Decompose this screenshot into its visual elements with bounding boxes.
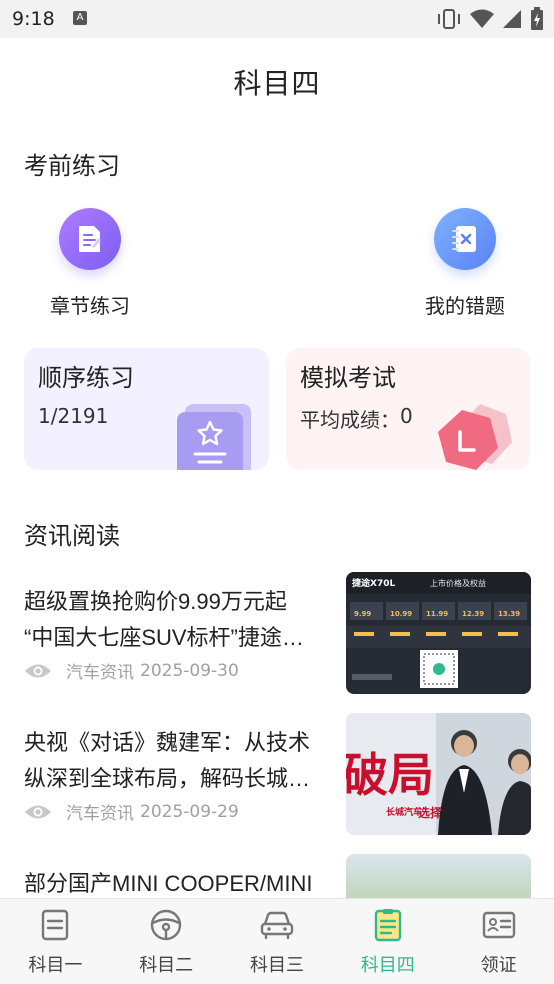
section-title-news-text: 资讯阅读 [24, 522, 120, 550]
thumb-brand: 长城汽车 [386, 806, 422, 818]
nav-item-subject-four[interactable]: 科目四 [332, 899, 443, 984]
news-headline-line1: 超级置换抢购价9.99万元起 [24, 589, 287, 614]
news-source: 汽车资讯 [66, 663, 134, 683]
nav-item-subject-two[interactable]: 科目二 [111, 899, 222, 984]
nav-label: 领证 [480, 955, 517, 976]
news-headline-line1: 部分国产MINI COOPER/MINI [24, 871, 313, 896]
star-card-icon [177, 404, 251, 470]
page-title: 科目四 [233, 67, 321, 100]
news-thumbnail: 破局 长城汽车 选择 [346, 713, 531, 835]
sequential-practice-progress: 1/2191 [38, 404, 109, 428]
section-title-news: 资讯阅读 [24, 516, 120, 555]
steering-wheel-icon [148, 907, 184, 943]
thumb-price: 10.99 [390, 610, 412, 618]
wifi-icon [470, 9, 494, 28]
news-headline: 部分国产MINI COOPER/MINI [24, 866, 324, 902]
status-icons [436, 6, 544, 32]
average-score-value: 0 [400, 404, 413, 428]
nav-label: 科目三 [249, 955, 304, 976]
nav-label: 科目四 [360, 955, 415, 976]
thumb-price: 11.99 [426, 610, 448, 618]
section-title-practice-text: 考前练习 [24, 152, 120, 180]
thumb-price: 9.99 [354, 610, 371, 618]
average-score-label: 平均成绩： [300, 408, 400, 432]
my-wrong-questions-button[interactable]: 我的错题 [413, 208, 517, 319]
subject-four-notebook-icon [370, 907, 406, 943]
exam-hexagon-icon [438, 404, 512, 470]
my-wrong-questions-label: 我的错题 [425, 294, 505, 318]
nav-label: 科目一 [28, 955, 83, 976]
news-headline-line1: 央视《对话》魏建军：从技术 [24, 730, 311, 755]
news-headline-line2: “中国大七座SUV标杆”捷途… [24, 625, 304, 650]
sequential-practice-card[interactable]: 顺序练习 1/2191 [24, 348, 269, 470]
subject-one-doc-icon [37, 907, 73, 943]
thumb-big-text: 破局 [346, 748, 434, 802]
car-icon [259, 907, 295, 943]
notification-a-icon: A [73, 11, 87, 25]
cellular-icon [503, 10, 521, 28]
battery-icon [531, 7, 543, 30]
news-meta: 汽车资讯 2025-09-29 [24, 799, 239, 824]
mock-exam-average-score: 平均成绩： 0 [300, 404, 413, 433]
chapter-practice-button[interactable]: 章节练习 [40, 208, 140, 319]
vibrate-icon [438, 9, 460, 29]
wrong-notebook-icon [434, 208, 496, 270]
thumb-brand: 捷途X70L [352, 577, 395, 589]
nav-label: 科目二 [139, 955, 194, 976]
thumb-choice: 选择 [418, 805, 443, 820]
status-bar: 9:18 A [0, 0, 554, 38]
news-meta: 汽车资讯 2025-09-30 [24, 658, 239, 683]
status-time: 9:18 [12, 8, 55, 30]
mock-exam-title: 模拟考试 [300, 364, 396, 392]
news-date: 2025-09-30 [140, 660, 239, 681]
thumb-price: 13.39 [498, 610, 520, 618]
news-item[interactable]: 央视《对话》魏建军：从技术 纵深到全球布局，解码长城… 汽车资讯 2025-09… [0, 713, 554, 841]
news-headline-line2: 纵深到全球布局，解码长城… [24, 766, 311, 791]
nav-item-subject-three[interactable]: 科目三 [222, 899, 333, 984]
license-card-icon [481, 907, 517, 943]
chapter-practice-label: 章节练习 [50, 294, 130, 318]
nav-item-subject-one[interactable]: 科目一 [0, 899, 111, 984]
thumb-headline: 上市价格及权益 [430, 578, 486, 588]
news-headline: 央视《对话》魏建军：从技术 纵深到全球布局，解码长城… [24, 725, 324, 797]
section-title-practice: 考前练习 [24, 146, 120, 185]
news-source: 汽车资讯 [66, 804, 134, 824]
news-thumbnail: 捷途X70L 上市价格及权益 9.99 10.99 11.99 12.39 13… [346, 572, 531, 694]
news-headline: 超级置换抢购价9.99万元起 “中国大七座SUV标杆”捷途… [24, 584, 324, 656]
news-item[interactable]: 超级置换抢购价9.99万元起 “中国大七座SUV标杆”捷途… 汽车资讯 2025… [0, 572, 554, 700]
sequential-practice-title: 顺序练习 [38, 364, 134, 392]
nav-item-license[interactable]: 领证 [443, 899, 554, 984]
bottom-nav: 科目一 科目二 科目三 科目四 领证 [0, 898, 554, 984]
eye-icon [25, 664, 51, 677]
mock-exam-card[interactable]: 模拟考试 平均成绩： 0 [286, 348, 530, 470]
news-date: 2025-09-29 [140, 801, 239, 822]
eye-icon [25, 805, 51, 818]
chapter-doc-icon [59, 208, 121, 270]
thumb-price: 12.39 [462, 610, 484, 618]
